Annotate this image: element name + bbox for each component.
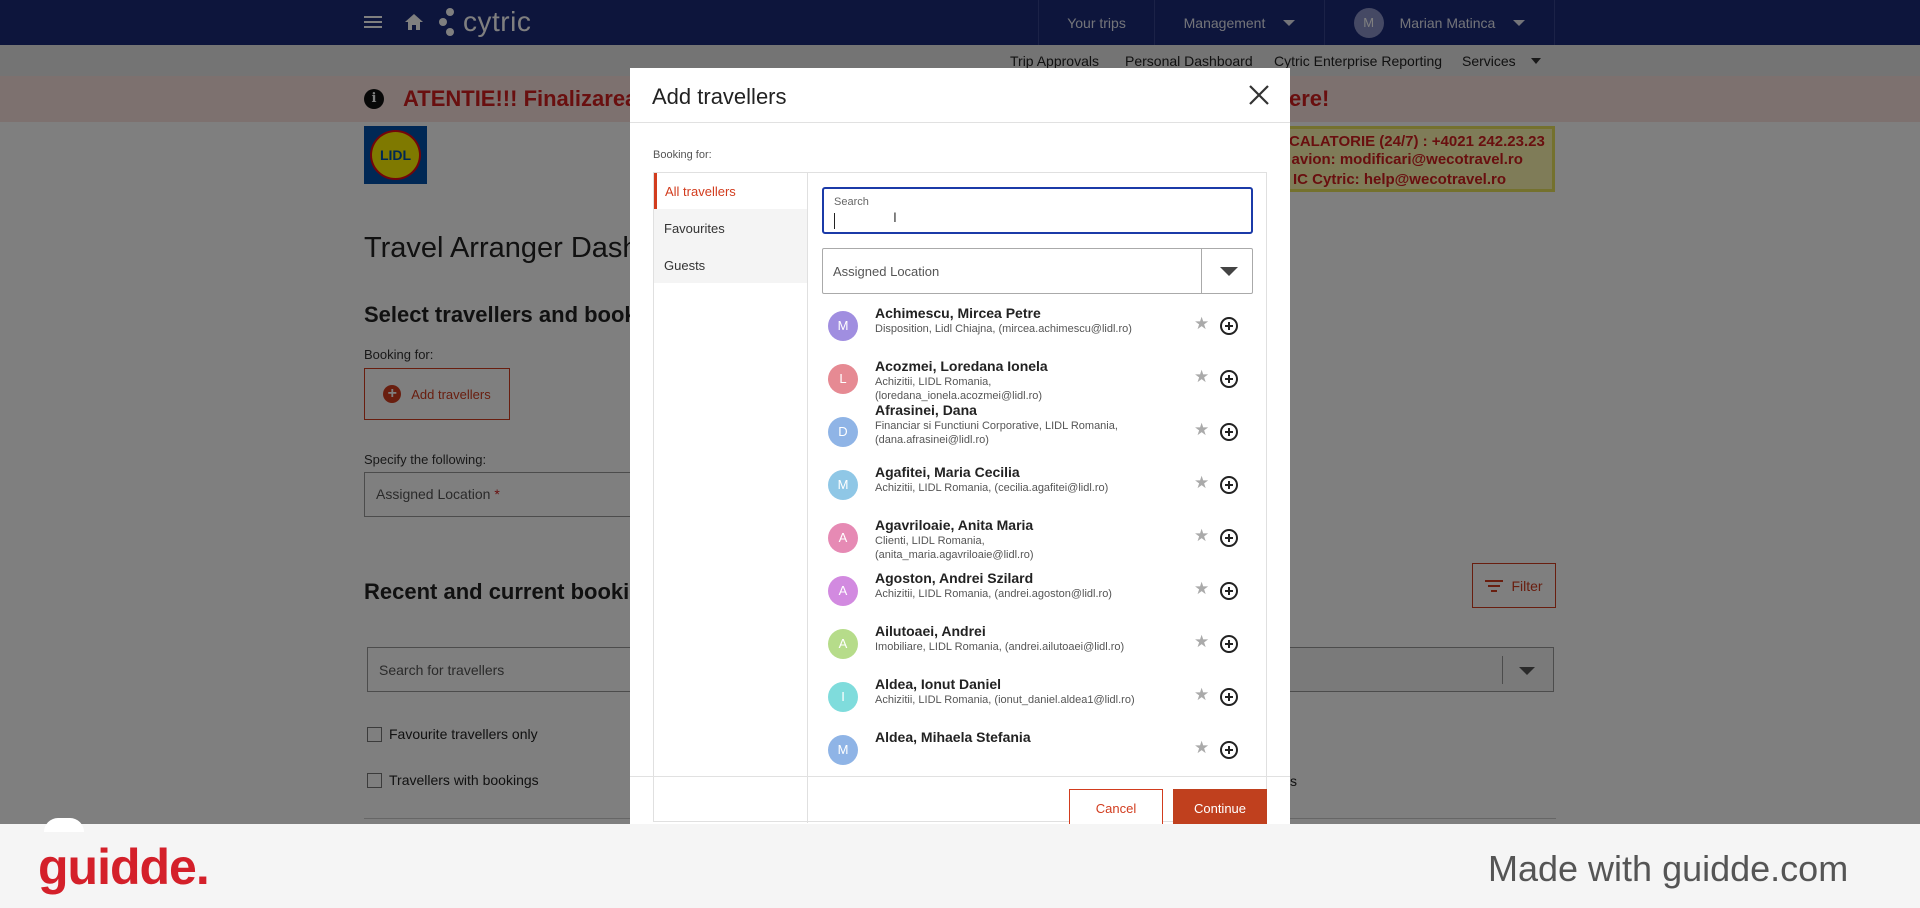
star-icon[interactable]: ★ [1194, 420, 1209, 440]
assigned-location-select[interactable]: Assigned Location [822, 248, 1253, 294]
star-icon[interactable]: ★ [1194, 526, 1209, 546]
avatar: A [828, 523, 858, 553]
avatar: D [828, 417, 858, 447]
traveller-details: Disposition, Lidl Chiajna, (mircea.achim… [875, 323, 1132, 335]
close-icon[interactable] [1246, 82, 1272, 108]
ibeam-cursor-icon: I [893, 209, 897, 225]
booking-for-label: Booking for: [653, 149, 712, 161]
traveller-name: Agavriloaie, Anita Maria [875, 517, 1034, 533]
made-with-text: Made with guidde.com [1488, 848, 1849, 889]
traveller-name: Achimescu, Mircea Petre [875, 305, 1041, 321]
tab-all-travellers[interactable]: All travellers [654, 173, 807, 209]
avatar: A [828, 629, 858, 659]
traveller-details: Achizitii, LIDL Romania, (ionut_daniel.a… [875, 694, 1135, 706]
traveller-name: Ailutoaei, Andrei [875, 623, 986, 639]
guidde-logo: guidde. [38, 839, 210, 895]
avatar: A [828, 576, 858, 606]
traveller-name: Aldea, Ionut Daniel [875, 676, 1002, 692]
traveller-details: Achizitii, LIDL Romania, (andrei.agoston… [875, 588, 1112, 600]
cancel-button[interactable]: Cancel [1069, 789, 1163, 824]
traveller-details: Clienti, LIDL Romania, (anita_maria.agav… [875, 535, 1034, 561]
traveller-details: Financiar si Functiuni Corporative, LIDL… [875, 420, 1118, 446]
add-circle-icon[interactable] [1220, 370, 1238, 388]
add-circle-icon[interactable] [1220, 423, 1238, 441]
traveller-details: Imobiliare, LIDL Romania, (andrei.ailuto… [875, 641, 1125, 653]
text-cursor [834, 213, 835, 229]
traveller-name: Agafitei, Maria Cecilia [875, 464, 1020, 480]
star-icon[interactable]: ★ [1194, 367, 1209, 387]
star-icon[interactable]: ★ [1194, 738, 1209, 758]
avatar: M [828, 311, 858, 341]
search-input[interactable]: Search I [822, 187, 1253, 234]
traveller-details: Achizitii, LIDL Romania, (cecilia.agafit… [875, 482, 1109, 494]
traveller-name: Afrasinei, Dana [875, 402, 977, 418]
add-circle-icon[interactable] [1220, 476, 1238, 494]
star-icon[interactable]: ★ [1194, 473, 1209, 493]
avatar: I [828, 682, 858, 712]
add-travellers-dialog: Add travellers Booking for: All travelle… [630, 68, 1290, 824]
traveller-list: M Achimescu, Mircea Petre Disposition, L… [808, 303, 1267, 777]
search-label: Search [834, 196, 869, 208]
star-icon[interactable]: ★ [1194, 579, 1209, 599]
tab-guests[interactable]: Guests [654, 247, 807, 283]
traveller-name: Acozmei, Loredana Ionela [875, 358, 1048, 374]
chevron-down-icon [1220, 267, 1238, 276]
avatar: L [828, 364, 858, 394]
star-icon[interactable]: ★ [1194, 632, 1209, 652]
traveller-name: Aldea, Mihaela Stefania [875, 729, 1031, 745]
avatar: M [828, 735, 858, 765]
star-icon[interactable]: ★ [1194, 314, 1209, 334]
add-circle-icon[interactable] [1220, 582, 1238, 600]
add-circle-icon[interactable] [1220, 635, 1238, 653]
continue-button[interactable]: Continue [1173, 789, 1267, 824]
guidde-footer: guidde. Made with guidde.com [0, 818, 1920, 908]
traveller-picker: All travellers Favourites Guests Search … [653, 172, 1267, 823]
tab-favourites[interactable]: Favourites [654, 210, 807, 246]
avatar: M [828, 470, 858, 500]
traveller-name: Agoston, Andrei Szilard [875, 570, 1034, 586]
dialog-title: Add travellers [652, 84, 787, 109]
category-tabs: All travellers Favourites Guests [654, 173, 808, 823]
add-circle-icon[interactable] [1220, 741, 1238, 759]
add-circle-icon[interactable] [1220, 688, 1238, 706]
add-circle-icon[interactable] [1220, 529, 1238, 547]
add-circle-icon[interactable] [1220, 317, 1238, 335]
traveller-details: Achizitii, LIDL Romania, (loredana_ionel… [875, 376, 1043, 402]
star-icon[interactable]: ★ [1194, 685, 1209, 705]
